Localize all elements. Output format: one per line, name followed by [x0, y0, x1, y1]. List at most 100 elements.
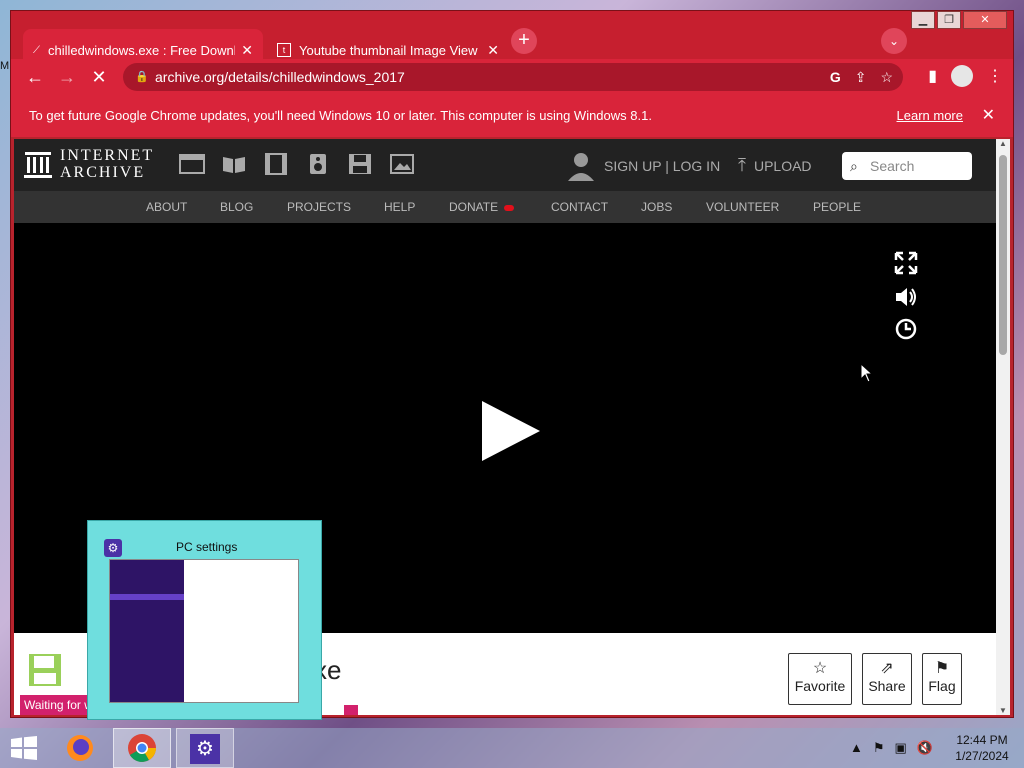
- upload-label: UPLOAD: [753, 157, 812, 174]
- tab-title: chilledwindows.exe : Free Downlo: [48, 42, 236, 58]
- ia-search-input[interactable]: ⌕ Search: [842, 152, 972, 180]
- software-icon[interactable]: [347, 153, 373, 177]
- signup-login-link[interactable]: SIGN UP | LOG IN: [604, 158, 720, 174]
- toolbar-right: ▮ ⋮: [928, 65, 1003, 87]
- nav-help[interactable]: HELP: [384, 191, 415, 223]
- flag-label: Flag: [928, 678, 956, 694]
- nav-projects[interactable]: PROJECTS: [287, 191, 351, 223]
- volume-icon[interactable]: [894, 285, 918, 309]
- pc-settings-thumbnail[interactable]: ⚙ PC settings: [87, 520, 322, 720]
- tray-expand-icon[interactable]: ▲: [850, 740, 863, 756]
- video-icon[interactable]: [263, 153, 289, 177]
- pink-bar-fragment: [344, 705, 358, 715]
- clock-date: 1/27/2024: [955, 749, 1009, 763]
- scroll-up-arrow-icon[interactable]: ▲: [996, 139, 1010, 148]
- share-icon[interactable]: ⇪: [855, 63, 867, 91]
- nav-blog[interactable]: BLOG: [220, 191, 253, 223]
- nav-about[interactable]: ABOUT: [146, 191, 187, 223]
- favorite-button[interactable]: ☆ Favorite: [788, 653, 852, 705]
- archive-temple-icon: [24, 152, 52, 178]
- search-placeholder: Search: [870, 158, 915, 174]
- favorite-label: Favorite: [794, 678, 846, 694]
- flag-button[interactable]: ⚑ Flag: [922, 653, 962, 705]
- back-arrow-icon[interactable]: ←: [23, 65, 47, 89]
- firefox-taskbar-icon[interactable]: [52, 728, 110, 768]
- taskbar: ⚙ ▲ ⚑ ▣ 🔇 12:44 PM 1/27/2024: [0, 728, 1024, 768]
- stop-loading-icon[interactable]: ✕: [87, 65, 111, 89]
- lock-icon: 🔒: [135, 71, 149, 83]
- gear-icon: ⚙: [190, 734, 220, 764]
- search-icon: ⌕: [850, 158, 858, 174]
- texts-icon[interactable]: [221, 153, 247, 177]
- infobar-close-icon[interactable]: ✕: [982, 95, 995, 137]
- omnibox-actions: G ⇪ ☆: [830, 63, 893, 91]
- minimize-button[interactable]: ▁: [911, 11, 935, 29]
- address-text: archive.org/details/chilledwindows_2017: [155, 69, 405, 85]
- clock-icon[interactable]: [894, 317, 918, 341]
- learn-more-link[interactable]: Learn more: [897, 95, 963, 137]
- preview-selected-item: [110, 594, 184, 600]
- audio-icon[interactable]: [305, 153, 331, 177]
- ia-nav: ABOUT BLOG PROJECTS HELP DONATE CONTACT …: [14, 191, 996, 223]
- volume-muted-icon[interactable]: 🔇: [917, 740, 933, 756]
- action-center-flag-icon[interactable]: ⚑: [873, 740, 885, 756]
- page-scrollbar[interactable]: ▲ ▼: [996, 139, 1010, 715]
- play-icon[interactable]: [482, 401, 540, 461]
- media-type-icons: [179, 153, 415, 177]
- taskbar-clock[interactable]: 12:44 PM 1/27/2024: [950, 732, 1014, 764]
- menu-kebab-icon[interactable]: ⋮: [987, 66, 1003, 86]
- system-tray: ▲ ⚑ ▣ 🔇: [850, 740, 933, 756]
- maximize-button[interactable]: ❐: [937, 11, 961, 29]
- nav-people[interactable]: PEOPLE: [813, 191, 861, 223]
- flag-icon: ⚑: [934, 660, 950, 677]
- logo-line-2: ARCHIVE: [60, 164, 146, 181]
- window-controls: ▁ ❐ ✕: [909, 11, 1007, 29]
- upload-icon: ⤒: [738, 155, 746, 175]
- logo-line-1: INTERNET: [60, 147, 155, 164]
- ia-logo[interactable]: INTERNET ARCHIVE: [24, 147, 154, 181]
- tab-search-button[interactable]: ⌄: [881, 28, 907, 54]
- network-icon[interactable]: ▣: [895, 740, 907, 756]
- new-tab-button[interactable]: +: [511, 28, 537, 54]
- chrome-taskbar-icon[interactable]: [113, 728, 171, 768]
- google-icon[interactable]: G: [830, 63, 841, 91]
- windows-start-icon[interactable]: [10, 736, 38, 760]
- tab-close-icon[interactable]: ✕: [241, 42, 253, 59]
- bookmark-star-icon[interactable]: ☆: [880, 63, 893, 91]
- share-button[interactable]: ⇗ Share: [862, 653, 912, 705]
- floppy-disk-icon: [29, 654, 61, 686]
- nav-contact[interactable]: CONTACT: [551, 191, 608, 223]
- ia-upload[interactable]: ⤒ UPLOAD: [738, 155, 812, 176]
- close-window-button[interactable]: ✕: [963, 11, 1007, 29]
- loading-icon: ⟋: [33, 44, 40, 56]
- share-label: Share: [868, 678, 906, 694]
- user-icon: [568, 153, 594, 181]
- pc-settings-taskbar-icon[interactable]: ⚙: [176, 728, 234, 768]
- nav-volunteer[interactable]: VOLUNTEER: [706, 191, 779, 223]
- ia-account[interactable]: SIGN UP | LOG IN: [566, 151, 720, 181]
- profile-avatar-icon[interactable]: [951, 65, 973, 87]
- favicon-icon: t: [277, 43, 291, 57]
- web-icon[interactable]: [179, 153, 205, 177]
- heart-icon: [504, 205, 515, 211]
- thumbnail-title: PC settings: [176, 540, 238, 554]
- preview-sidebar: [110, 560, 184, 702]
- thumbnail-preview: [109, 559, 299, 703]
- mouse-cursor-icon: [860, 363, 874, 383]
- tab-title: Youtube thumbnail Image View: [299, 42, 478, 58]
- nav-donate[interactable]: DONATE: [449, 191, 515, 223]
- nav-jobs[interactable]: JOBS: [641, 191, 672, 223]
- scroll-thumb[interactable]: [999, 155, 1007, 355]
- fullscreen-icon[interactable]: [894, 251, 918, 275]
- images-icon[interactable]: [389, 153, 415, 177]
- address-bar[interactable]: 🔒 archive.org/details/chilledwindows_201…: [123, 63, 903, 91]
- forward-arrow-icon[interactable]: →: [55, 65, 79, 89]
- desktop-icon-fragment[interactable]: M: [0, 60, 9, 72]
- side-panel-icon[interactable]: ▮: [928, 66, 937, 86]
- ia-header: INTERNET ARCHIVE SIGN UP | LOG IN ⤒ UPLO…: [14, 139, 996, 191]
- infobar-message: To get future Google Chrome updates, you…: [29, 108, 652, 123]
- status-bubble: Waiting for w: [20, 695, 96, 715]
- scroll-down-arrow-icon[interactable]: ▼: [996, 706, 1010, 715]
- share-icon: ⇗: [880, 660, 894, 677]
- tab-close-icon[interactable]: ✕: [487, 42, 499, 59]
